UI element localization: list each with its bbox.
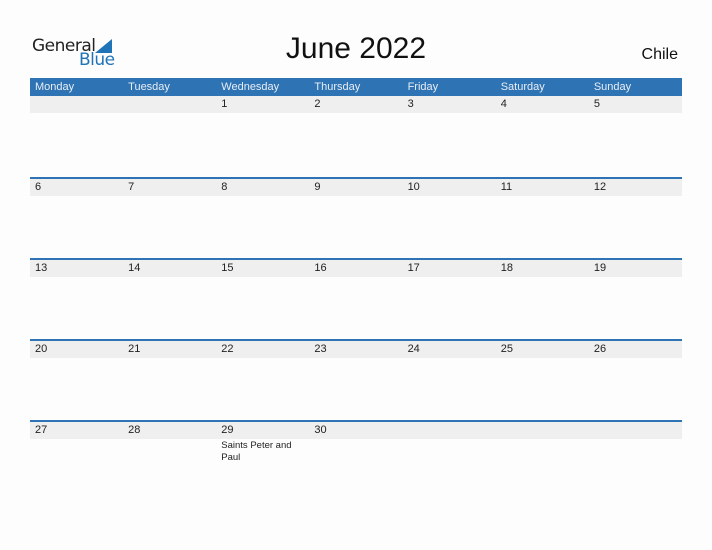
day-number: 28 bbox=[128, 424, 141, 436]
holiday-label bbox=[589, 113, 682, 114]
holiday-label bbox=[403, 196, 496, 197]
holiday-label bbox=[496, 277, 589, 278]
day-number: 15 bbox=[221, 262, 234, 274]
day-number: 20 bbox=[35, 343, 48, 355]
holiday-label bbox=[309, 358, 402, 359]
holiday-label bbox=[589, 358, 682, 359]
holiday-label bbox=[30, 196, 123, 197]
day-number: 2 bbox=[314, 98, 321, 110]
day-number: 5 bbox=[593, 98, 600, 110]
day-number: 22 bbox=[221, 343, 234, 355]
day-number: 26 bbox=[593, 343, 607, 355]
day-number: 29 bbox=[221, 424, 234, 436]
date-strip: 27 28 29 30 bbox=[30, 422, 682, 439]
weekday-friday: Friday bbox=[407, 81, 439, 93]
week-row: 1 2 3 4 5 bbox=[30, 96, 682, 177]
week-row: 20 21 22 23 24 25 26 bbox=[30, 339, 682, 420]
weekday-wednesday: Wednesday bbox=[221, 81, 280, 93]
week-row: 13 14 15 16 17 18 19 bbox=[30, 258, 682, 339]
date-strip: 13 14 15 16 17 18 19 bbox=[30, 260, 682, 277]
holiday-label bbox=[589, 277, 682, 278]
date-strip: 20 21 22 23 24 25 26 bbox=[30, 341, 682, 358]
holiday-label bbox=[496, 113, 589, 114]
events-row bbox=[30, 196, 682, 197]
date-strip: 1 2 3 4 5 bbox=[30, 96, 682, 113]
week-row: 27 28 29 30 Saints Peter and Paul bbox=[30, 420, 682, 501]
day-number: 9 bbox=[314, 181, 321, 193]
day-number: 6 bbox=[35, 181, 42, 193]
country-label: Chile bbox=[641, 46, 678, 63]
events-row bbox=[30, 277, 682, 278]
day-number bbox=[123, 96, 216, 113]
day-number: 4 bbox=[500, 98, 507, 110]
holiday-label bbox=[403, 439, 496, 464]
day-number bbox=[496, 422, 589, 439]
day-number bbox=[30, 96, 123, 113]
day-number: 17 bbox=[407, 262, 420, 274]
day-number: 30 bbox=[314, 424, 327, 436]
day-number: 24 bbox=[407, 343, 420, 355]
holiday-label bbox=[216, 196, 309, 197]
date-strip: 6 7 8 9 10 11 12 bbox=[30, 179, 682, 196]
holiday-label bbox=[123, 439, 216, 464]
holiday-label bbox=[496, 358, 589, 359]
calendar-grid: Monday Tuesday Wednesday Thursday Friday… bbox=[30, 78, 682, 501]
holiday-label bbox=[123, 196, 216, 197]
events-row bbox=[30, 358, 682, 359]
weekday-tuesday: Tuesday bbox=[128, 81, 170, 93]
holiday-label bbox=[30, 439, 123, 464]
weekday-monday: Monday bbox=[35, 81, 75, 93]
holiday-label bbox=[123, 277, 216, 278]
holiday-label bbox=[589, 439, 682, 464]
holiday-label bbox=[309, 196, 402, 197]
day-number: 27 bbox=[35, 424, 48, 436]
events-row: Saints Peter and Paul bbox=[30, 439, 682, 464]
day-number: 8 bbox=[221, 181, 228, 193]
holiday-label bbox=[309, 113, 402, 114]
holiday-label bbox=[30, 277, 123, 278]
day-number bbox=[403, 422, 496, 439]
day-number: 21 bbox=[128, 343, 141, 355]
holiday-label bbox=[403, 358, 496, 359]
weekday-header: Monday Tuesday Wednesday Thursday Friday… bbox=[30, 78, 682, 96]
calendar-title: June 2022 bbox=[285, 32, 427, 65]
day-number: 10 bbox=[407, 181, 420, 193]
holiday-label bbox=[403, 277, 496, 278]
day-number: 7 bbox=[128, 181, 135, 193]
day-number: 19 bbox=[593, 262, 607, 274]
day-number: 11 bbox=[500, 181, 513, 193]
holiday-label bbox=[589, 196, 682, 197]
day-number: 14 bbox=[128, 262, 141, 274]
day-number bbox=[589, 422, 682, 439]
weekday-thursday: Thursday bbox=[314, 81, 361, 93]
holiday-label bbox=[496, 196, 589, 197]
holiday-label bbox=[123, 358, 216, 359]
week-row: 6 7 8 9 10 11 12 bbox=[30, 177, 682, 258]
holiday-label bbox=[123, 113, 216, 114]
events-row bbox=[30, 113, 682, 114]
day-number: 18 bbox=[500, 262, 513, 274]
weekday-sunday: Sunday bbox=[593, 81, 632, 93]
holiday-label bbox=[309, 439, 402, 464]
holiday-label: Saints Peter and Paul bbox=[221, 440, 292, 463]
day-number: 1 bbox=[221, 98, 228, 110]
holiday-label bbox=[216, 358, 309, 359]
holiday-label bbox=[496, 439, 589, 464]
holiday-label bbox=[30, 113, 123, 114]
holiday-label bbox=[30, 358, 123, 359]
day-number: 3 bbox=[407, 98, 414, 110]
day-number: 12 bbox=[593, 181, 607, 193]
holiday-label bbox=[216, 277, 309, 278]
holiday-label bbox=[216, 113, 309, 114]
holiday-label bbox=[309, 277, 402, 278]
day-number: 25 bbox=[500, 343, 513, 355]
day-number: 13 bbox=[35, 262, 48, 274]
weekday-saturday: Saturday bbox=[500, 81, 545, 93]
holiday-label bbox=[403, 113, 496, 114]
day-number: 16 bbox=[314, 262, 327, 274]
day-number: 23 bbox=[314, 343, 327, 355]
